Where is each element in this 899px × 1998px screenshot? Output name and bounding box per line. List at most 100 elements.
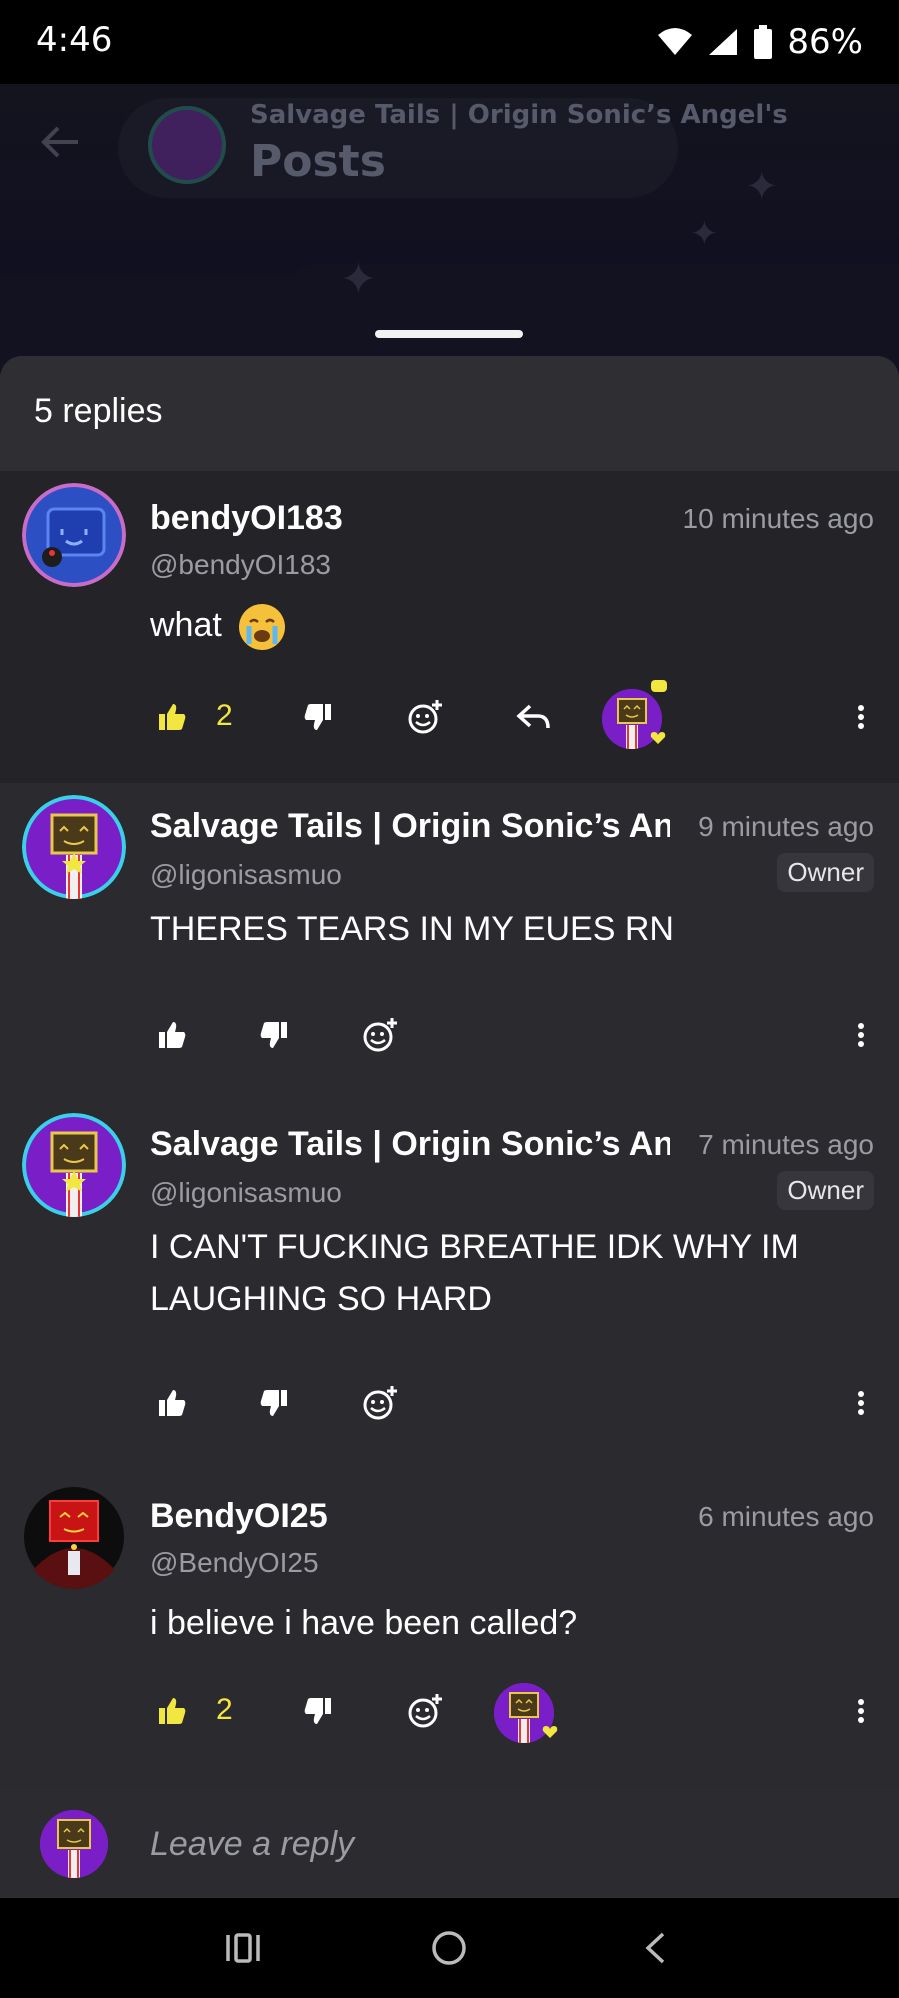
timestamp: 7 minutes ago (688, 1129, 874, 1161)
reply-text: i believe i have been called? (150, 1604, 578, 1642)
dislike-button[interactable] (246, 1375, 302, 1431)
avatar[interactable] (40, 1810, 108, 1878)
more-vertical-icon (858, 705, 864, 729)
reply-text-content: what (150, 606, 222, 644)
owner-badge: Owner (777, 1171, 874, 1210)
username[interactable]: bendyOI183 (150, 499, 630, 538)
navigation-bar (0, 1898, 899, 1998)
reply-arrow-icon (516, 704, 550, 729)
replies-sheet: 5 replies bendyOI183 10 minutes ago @ben… (0, 356, 899, 1898)
sparkle-icon: ✦ (745, 164, 779, 210)
like-count: 2 (216, 699, 233, 732)
more-options-button[interactable] (841, 689, 881, 745)
back-chevron-icon (645, 1932, 665, 1964)
dislike-button[interactable] (290, 1683, 346, 1739)
more-options-button[interactable] (841, 1007, 881, 1063)
username[interactable]: Salvage Tails | Origin Sonic’s Angel's (150, 1125, 670, 1164)
thumbs-down-icon (304, 1698, 331, 1724)
recent-apps-icon (226, 1933, 260, 1963)
username[interactable]: Salvage Tails | Origin Sonic’s Angel's (150, 807, 670, 846)
reply-composer (0, 1790, 899, 1898)
timestamp: 9 minutes ago (688, 811, 874, 843)
sheet-drag-handle[interactable] (375, 330, 523, 338)
thumbs-up-icon (159, 1022, 186, 1048)
action-row: 2 (150, 1683, 899, 1743)
thumbs-down-icon (260, 1390, 287, 1416)
avatar[interactable] (22, 1485, 126, 1589)
like-button[interactable] (144, 689, 200, 745)
heart-icon (542, 1726, 558, 1738)
reply-item: Salvage Tails | Origin Sonic’s Angel's 9… (0, 783, 899, 1101)
add-reaction-icon (363, 1386, 397, 1420)
action-row (150, 1007, 899, 1063)
add-reaction-button[interactable] (352, 1007, 408, 1063)
sparkle-icon: ✦ (690, 214, 719, 254)
more-vertical-icon (858, 1699, 864, 1723)
crying-face-icon (239, 604, 286, 651)
reply-text: what (150, 599, 859, 652)
owner-badge: Owner (777, 853, 874, 892)
sheet-header: 5 replies (0, 356, 899, 471)
like-button[interactable] (144, 1375, 200, 1431)
add-reaction-icon (408, 700, 442, 734)
thumbs-up-icon (159, 1698, 186, 1724)
replies-count: 5 replies (34, 392, 163, 430)
user-handle: @bendyOI183 (150, 549, 331, 580)
reply-text: THERES TEARS IN MY EUES RN (150, 910, 674, 948)
reply-item: bendyOI183 10 minutes ago @bendyOI183 wh… (0, 471, 899, 783)
back-button[interactable] (630, 1923, 680, 1973)
more-options-button[interactable] (841, 1375, 881, 1431)
reply-item: BendyOI25 6 minutes ago @BendyOI25 i bel… (0, 1469, 899, 1790)
like-button[interactable] (144, 1007, 200, 1063)
dislike-button[interactable] (246, 1007, 302, 1063)
timestamp: 6 minutes ago (698, 1501, 874, 1532)
more-vertical-icon (858, 1023, 864, 1047)
reply-button[interactable] (505, 689, 561, 745)
action-row: 2 (150, 680, 899, 749)
add-reaction-icon (408, 1694, 442, 1728)
reply-input[interactable] (150, 1810, 850, 1878)
more-vertical-icon (858, 1391, 864, 1415)
like-button[interactable] (144, 1683, 200, 1739)
user-handle: @BendyOI25 (150, 1547, 319, 1578)
add-reaction-icon (363, 1018, 397, 1052)
sparkle-icon: ✦ (340, 254, 377, 305)
more-options-button[interactable] (841, 1683, 881, 1739)
home-circle-icon (432, 1931, 466, 1965)
status-bar: 4:46 86% (0, 0, 899, 84)
reply-text: I CAN'T FUCKING BREATHE IDK WHY IM LAUGH… (150, 1228, 799, 1318)
user-handle: @ligonisasmuo (150, 859, 342, 890)
add-reaction-button[interactable] (352, 1375, 408, 1431)
background-header: Salvage Tails | Origin Sonic’s Angel's P… (0, 84, 899, 384)
battery-icon (754, 25, 773, 59)
add-reaction-button[interactable] (397, 689, 453, 745)
action-row (150, 1375, 899, 1431)
community-name: Salvage Tails | Origin Sonic’s Angel's (250, 100, 788, 130)
add-reaction-button[interactable] (397, 1683, 453, 1739)
recent-apps-button[interactable] (218, 1923, 268, 1973)
thumbs-down-icon (304, 704, 331, 730)
thumbs-up-icon (159, 704, 186, 730)
status-time: 4:46 (36, 20, 113, 60)
battery-percent: 86% (787, 22, 863, 62)
like-count: 2 (216, 1693, 233, 1726)
wifi-icon (658, 28, 693, 55)
back-arrow-icon[interactable] (38, 120, 82, 164)
avatar[interactable] (22, 1113, 126, 1217)
timestamp: 10 minutes ago (682, 503, 874, 534)
reply-item: Salvage Tails | Origin Sonic’s Angel's 7… (0, 1101, 899, 1469)
status-icons: 86% (657, 20, 863, 64)
community-avatar (148, 106, 226, 184)
dislike-button[interactable] (290, 689, 346, 745)
thumbs-up-icon (159, 1390, 186, 1416)
avatar[interactable] (22, 483, 126, 587)
chat-bubble-icon (651, 680, 667, 692)
thumbs-down-icon (260, 1022, 287, 1048)
signal-icon (709, 29, 738, 55)
username[interactable]: BendyOI25 (150, 1497, 630, 1536)
home-button[interactable] (424, 1923, 474, 1973)
avatar[interactable] (22, 795, 126, 899)
page-title: Posts (250, 136, 386, 187)
user-handle: @ligonisasmuo (150, 1177, 342, 1208)
heart-icon (650, 732, 666, 744)
